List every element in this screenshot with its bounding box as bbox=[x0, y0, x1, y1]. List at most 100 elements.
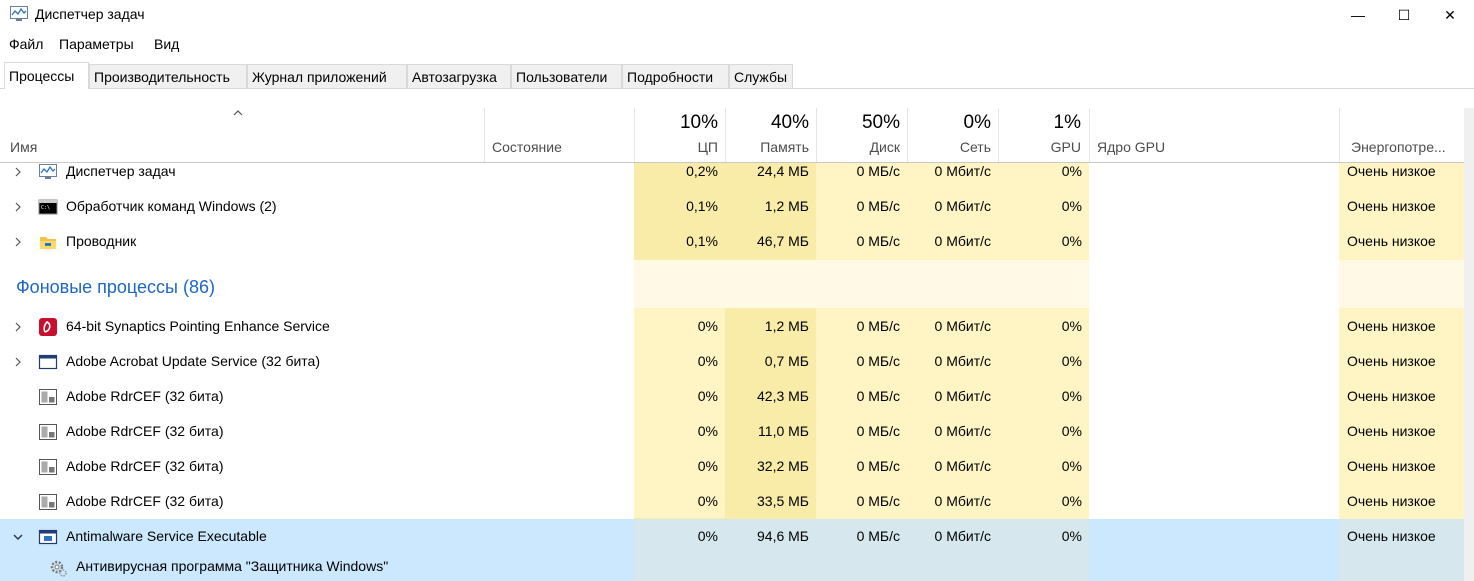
title-bar: Диспетчер задач — ☐ ✕ bbox=[0, 0, 1474, 30]
column-cpu[interactable]: ЦП bbox=[640, 139, 718, 155]
service-window-icon bbox=[38, 354, 58, 370]
tab-details[interactable]: Подробности bbox=[622, 64, 729, 88]
process-row[interactable]: Adobe RdrCEF (32 бита) 0% 11,0 МБ 0 МБ/с… bbox=[0, 414, 1474, 449]
memory-value: 0,7 МБ bbox=[764, 353, 809, 369]
group-row-bg bbox=[634, 260, 1089, 308]
process-name: Проводник bbox=[66, 233, 137, 249]
column-memory[interactable]: Память bbox=[731, 139, 809, 155]
column-divider bbox=[634, 108, 635, 162]
maximize-button[interactable]: ☐ bbox=[1381, 0, 1427, 30]
column-gpu[interactable]: GPU bbox=[1003, 139, 1081, 155]
column-gpu-engine[interactable]: Ядро GPU bbox=[1097, 139, 1165, 155]
service-child-row[interactable]: Антивирусная программа "Защитника Window… bbox=[0, 554, 1474, 581]
cmd-icon: C:\ bbox=[38, 199, 58, 215]
service-name: Антивирусная программа "Защитника Window… bbox=[76, 558, 389, 574]
disk-value: 0 МБ/с bbox=[856, 458, 900, 474]
chevron-right-icon[interactable] bbox=[12, 321, 24, 333]
power-value: Очень низкое bbox=[1347, 163, 1436, 179]
chevron-right-icon[interactable] bbox=[12, 236, 24, 248]
column-header: Имя Состояние 10% ЦП 40% Память 50% Диск… bbox=[0, 108, 1474, 163]
cpu-value: 0,2% bbox=[686, 163, 718, 179]
disk-value: 0 МБ/с bbox=[856, 353, 900, 369]
vertical-scrollbar[interactable] bbox=[1464, 108, 1474, 581]
cpu-value: 0% bbox=[697, 493, 718, 509]
column-power-usage[interactable]: Энергопотре... bbox=[1351, 139, 1446, 155]
explorer-folder-icon bbox=[40, 237, 56, 249]
column-divider bbox=[998, 108, 999, 162]
close-button[interactable]: ✕ bbox=[1427, 0, 1473, 30]
column-divider bbox=[816, 108, 817, 162]
column-name[interactable]: Имя bbox=[10, 139, 37, 155]
process-row[interactable]: C:\ Обработчик команд Windows (2) 0,1% 1… bbox=[0, 189, 1474, 224]
network-total-percent[interactable]: 0% bbox=[913, 112, 991, 134]
cpu-value: 0% bbox=[697, 458, 718, 474]
process-row[interactable]: Adobe RdrCEF (32 бита) 0% 32,2 МБ 0 МБ/с… bbox=[0, 449, 1474, 484]
app-generic-icon bbox=[39, 494, 57, 510]
cpu-total-percent[interactable]: 10% bbox=[640, 112, 718, 134]
task-manager-icon bbox=[10, 6, 28, 21]
chevron-down-icon[interactable] bbox=[12, 531, 24, 543]
tab-app-history[interactable]: Журнал приложений bbox=[247, 64, 407, 88]
power-value: Очень низкое bbox=[1347, 353, 1436, 369]
tab-startup[interactable]: Автозагрузка bbox=[407, 64, 511, 88]
power-value: Очень низкое bbox=[1347, 233, 1436, 249]
window-title: Диспетчер задач bbox=[35, 6, 145, 22]
disk-value: 0 МБ/с bbox=[856, 163, 900, 179]
gpu-value: 0% bbox=[1061, 233, 1082, 249]
cpu-value: 0% bbox=[697, 388, 718, 404]
gpu-value: 0% bbox=[1061, 198, 1082, 214]
chevron-right-icon[interactable] bbox=[12, 201, 24, 213]
menu-file[interactable]: Файл bbox=[9, 36, 43, 52]
selected-power-bg bbox=[1339, 554, 1464, 581]
disk-value: 0 МБ/с bbox=[856, 318, 900, 334]
cpu-value: 0% bbox=[697, 423, 718, 439]
column-divider bbox=[1089, 108, 1090, 162]
power-value: Очень низкое bbox=[1347, 198, 1436, 214]
gpu-value: 0% bbox=[1061, 353, 1082, 369]
app-generic-icon bbox=[39, 424, 57, 440]
process-row[interactable]: Adobe Acrobat Update Service (32 бита) 0… bbox=[0, 344, 1474, 379]
process-row[interactable]: Adobe RdrCEF (32 бита) 0% 33,5 МБ 0 МБ/с… bbox=[0, 484, 1474, 519]
tab-users[interactable]: Пользователи bbox=[511, 64, 622, 88]
process-row[interactable]: Adobe RdrCEF (32 бита) 0% 42,3 МБ 0 МБ/с… bbox=[0, 379, 1474, 414]
synaptics-icon bbox=[39, 318, 57, 336]
disk-value: 0 МБ/с bbox=[856, 233, 900, 249]
tab-performance[interactable]: Производительность bbox=[89, 64, 247, 88]
cpu-value: 0% bbox=[697, 353, 718, 369]
network-value: 0 Мбит/с bbox=[934, 353, 991, 369]
minimize-button[interactable]: — bbox=[1335, 0, 1381, 30]
menu-options[interactable]: Параметры bbox=[59, 36, 134, 52]
disk-value: 0 МБ/с bbox=[856, 493, 900, 509]
column-status[interactable]: Состояние bbox=[492, 139, 562, 155]
tab-processes[interactable]: Процессы bbox=[4, 62, 89, 89]
column-disk[interactable]: Диск bbox=[822, 139, 900, 155]
memory-value: 42,3 МБ bbox=[757, 388, 809, 404]
gpu-total-percent[interactable]: 1% bbox=[1003, 112, 1081, 134]
menu-view[interactable]: Вид bbox=[154, 36, 179, 52]
process-row[interactable]: 64-bit Synaptics Pointing Enhance Servic… bbox=[0, 309, 1474, 344]
disk-value: 0 МБ/с bbox=[856, 528, 900, 544]
cpu-value: 0% bbox=[697, 318, 718, 334]
power-value: Очень низкое bbox=[1347, 423, 1436, 439]
process-row[interactable]: Проводник 0,1% 46,7 МБ 0 МБ/с 0 Мбит/с 0… bbox=[0, 224, 1474, 259]
tab-services[interactable]: Службы bbox=[729, 64, 793, 88]
column-divider bbox=[907, 108, 908, 162]
memory-total-percent[interactable]: 40% bbox=[731, 112, 809, 134]
service-app-icon bbox=[38, 529, 58, 545]
process-list[interactable]: Диспетчер задач 0,2% 24,4 МБ 0 МБ/с 0 Мб… bbox=[0, 163, 1474, 581]
chevron-right-icon[interactable] bbox=[12, 166, 24, 178]
column-network[interactable]: Сеть bbox=[913, 139, 991, 155]
power-value: Очень низкое bbox=[1347, 318, 1436, 334]
column-divider bbox=[725, 108, 726, 162]
cpu-value: 0,1% bbox=[686, 233, 718, 249]
process-row-selected[interactable]: Antimalware Service Executable 0% 94,6 М… bbox=[0, 519, 1474, 554]
network-value: 0 Мбит/с bbox=[934, 388, 991, 404]
svg-text:C:\: C:\ bbox=[41, 205, 50, 211]
memory-value: 1,2 МБ bbox=[764, 198, 809, 214]
gpu-value: 0% bbox=[1061, 163, 1082, 179]
disk-total-percent[interactable]: 50% bbox=[822, 112, 900, 134]
disk-value: 0 МБ/с bbox=[856, 423, 900, 439]
process-row[interactable]: Диспетчер задач 0,2% 24,4 МБ 0 МБ/с 0 Мб… bbox=[0, 163, 1474, 189]
disk-value: 0 МБ/с bbox=[856, 198, 900, 214]
chevron-right-icon[interactable] bbox=[12, 356, 24, 368]
